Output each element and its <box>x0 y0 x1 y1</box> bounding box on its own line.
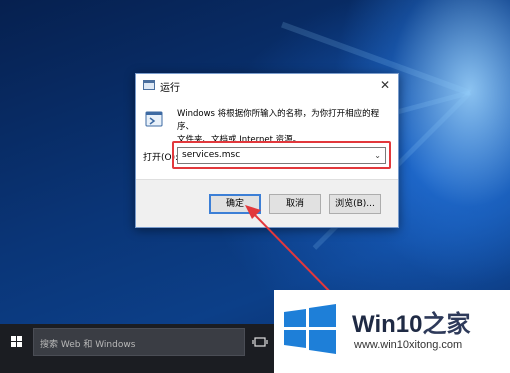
watermark-title-latin: Win10 <box>352 311 423 338</box>
site-watermark: Win10之家 www.win10xitong.com <box>274 290 510 373</box>
cancel-button[interactable]: 取消 <box>269 194 321 214</box>
run-dialog: 运行 ✕ Windows 将根据你所输入的名称，为你打开相应的程序、 文件夹、文… <box>135 73 399 228</box>
dialog-footer: 确定 取消 浏览(B)... <box>136 179 398 227</box>
watermark-url: www.win10xitong.com <box>354 339 463 351</box>
search-placeholder: 搜索 Web 和 Windows <box>40 340 136 350</box>
close-button[interactable]: ✕ <box>378 77 392 93</box>
browse-button[interactable]: 浏览(B)... <box>329 194 381 214</box>
run-icon <box>145 111 163 127</box>
dialog-titlebar[interactable]: 运行 ✕ <box>136 74 398 98</box>
taskbar-search-box[interactable]: 搜索 Web 和 Windows <box>33 328 245 356</box>
watermark-title: Win10之家 <box>352 304 470 339</box>
ok-button[interactable]: 确定 <box>209 194 261 214</box>
windows-start-icon[interactable] <box>0 324 33 360</box>
run-app-icon <box>143 80 155 90</box>
close-icon: ✕ <box>379 78 391 92</box>
watermark-title-zh: 之家 <box>422 311 471 338</box>
dialog-title: 运行 <box>160 83 180 94</box>
windows-logo-icon <box>284 304 336 354</box>
task-view-icon[interactable] <box>250 332 270 352</box>
description-line: Windows 将根据你所输入的名称，为你打开相应的程序、 <box>177 109 380 132</box>
input-highlight-annotation <box>172 141 391 169</box>
